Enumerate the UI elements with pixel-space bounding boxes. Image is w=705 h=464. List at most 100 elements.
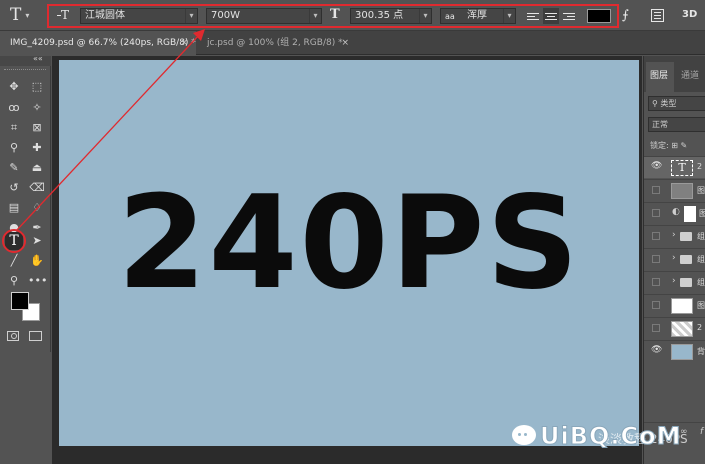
brush-tool-icon[interactable]: ✎ xyxy=(5,159,23,177)
tool-preset-picker[interactable]: T ▾ xyxy=(6,4,40,26)
layer-name: 图 xyxy=(699,209,705,218)
history-brush-tool-icon[interactable]: ↺ xyxy=(5,179,23,197)
layer-row[interactable]: ◐ 图 xyxy=(644,202,705,224)
layer-row[interactable]: › 组 xyxy=(644,271,705,293)
document-tabs: IMG_4209.psd @ 66.7% (240ps, RGB/8) * × … xyxy=(0,31,705,55)
canvas-artwork-text[interactable]: 240PS xyxy=(59,180,639,308)
folder-icon xyxy=(680,232,692,241)
visibility-toggle[interactable] xyxy=(652,278,660,286)
chevron-right-icon[interactable]: › xyxy=(672,230,676,240)
tab-label: IMG_4209.psd @ 66.7% (240ps, RGB/8) * xyxy=(10,38,196,48)
watermark-text: UiBQ.CoM xyxy=(540,422,682,451)
type-tool-icon: T xyxy=(10,5,22,25)
layer-thumbnail xyxy=(671,183,693,199)
collapse-icon[interactable]: «« xyxy=(33,54,43,63)
chevron-down-icon: ▾ xyxy=(25,10,30,20)
layer-name: 2 xyxy=(697,162,703,171)
quick-mask-icon[interactable] xyxy=(7,331,19,341)
move-tool-icon[interactable]: ✥ xyxy=(5,78,23,96)
healing-brush-tool-icon[interactable]: ✚ xyxy=(28,139,46,157)
magic-wand-tool-icon[interactable]: ✧ xyxy=(28,99,46,117)
clone-stamp-tool-icon[interactable]: ⏏ xyxy=(28,159,46,177)
layer-row[interactable]: 👁 背 xyxy=(644,340,705,362)
eyedropper-tool-icon[interactable]: ⚲ xyxy=(5,139,23,157)
layers-panel: 图层 通道 ⚲ 类型 正常 锁定: ⊞ ✎ 👁 T 2 图 ◐ 图 › 组 › … xyxy=(643,56,705,464)
lock-paint-icon[interactable]: ✎ xyxy=(681,141,688,150)
layer-row[interactable]: 图 xyxy=(644,179,705,201)
path-selection-tool-icon[interactable]: ➤ xyxy=(28,232,46,250)
visibility-toggle[interactable] xyxy=(652,232,660,240)
character-panel-icon[interactable] xyxy=(651,9,664,22)
eraser-tool-icon[interactable]: ⌫ xyxy=(28,179,46,197)
color-swatches[interactable] xyxy=(11,292,41,322)
toolbox-header: «« xyxy=(0,54,51,66)
layer-name: 图 xyxy=(697,301,705,310)
foreground-color[interactable] xyxy=(11,292,29,310)
lock-transparency-icon[interactable]: ⊞ xyxy=(671,141,678,150)
layer-row[interactable]: 图 xyxy=(644,294,705,316)
visibility-toggle[interactable] xyxy=(652,324,660,332)
layer-name: 2 xyxy=(697,323,703,332)
close-icon[interactable]: × xyxy=(180,31,188,55)
toolbox-grip[interactable] xyxy=(4,69,46,71)
layer-thumbnail xyxy=(671,321,693,337)
layer-name: 组 xyxy=(697,232,705,241)
visibility-toggle[interactable] xyxy=(652,186,660,194)
zoom-tool-icon[interactable]: ⚲ xyxy=(5,272,23,290)
hand-tool-icon[interactable]: ✋ xyxy=(28,252,46,270)
chevron-right-icon[interactable]: › xyxy=(672,276,676,286)
lasso-tool-icon[interactable]: ꝏ xyxy=(5,99,23,117)
layer-name: 组 xyxy=(697,255,705,264)
threed-button[interactable]: 3D xyxy=(682,9,697,20)
filter-value: 类型 xyxy=(660,99,677,108)
line-tool-icon[interactable]: ╱ xyxy=(5,252,23,270)
layer-row[interactable]: 👁 T 2 xyxy=(644,156,705,178)
visibility-toggle[interactable] xyxy=(652,255,660,263)
tab-layers[interactable]: 图层 xyxy=(650,68,668,81)
layer-filter-select[interactable]: ⚲ 类型 xyxy=(648,96,705,111)
close-icon[interactable]: × xyxy=(341,31,349,55)
visibility-toggle[interactable] xyxy=(652,301,660,309)
layer-row[interactable]: 2 xyxy=(644,317,705,339)
tab-channels[interactable]: 通道 xyxy=(681,68,699,81)
layer-row[interactable]: › 组 xyxy=(644,225,705,247)
lock-label: 锁定: xyxy=(650,141,669,150)
lock-controls: 锁定: ⊞ ✎ xyxy=(650,140,687,151)
layer-name: 图 xyxy=(697,186,705,195)
folder-icon xyxy=(680,278,692,287)
text-layer-thumb-icon: T xyxy=(671,160,693,176)
layer-thumbnail xyxy=(671,344,693,360)
wechat-icon xyxy=(512,425,536,445)
adjustment-icon: ◐ xyxy=(672,207,680,217)
panel-tabs: 图层 通道 xyxy=(644,56,705,92)
more-tools-icon[interactable]: ••• xyxy=(28,272,47,290)
layer-thumbnail xyxy=(671,298,693,314)
type-tool-highlight-circle xyxy=(2,229,26,253)
document-canvas[interactable]: 240PS xyxy=(59,60,639,446)
eye-icon[interactable]: 👁 xyxy=(651,345,662,357)
warp-text-icon[interactable]: ⨍ xyxy=(622,8,636,24)
options-bar: T ▾ T 江城圆体 ▾ 700W ▾ T 300.35 点 ▾ aa 浑厚 ▾… xyxy=(0,0,705,31)
blend-mode-select[interactable]: 正常 xyxy=(648,117,705,132)
frame-tool-icon[interactable]: ⊠ xyxy=(28,119,46,137)
eye-icon[interactable]: 👁 xyxy=(651,161,662,173)
folder-icon xyxy=(680,255,692,264)
layer-row[interactable]: › 组 xyxy=(644,248,705,270)
layer-mask-thumbnail xyxy=(684,206,696,222)
layer-name: 背 xyxy=(697,347,705,356)
toolbox: «« ✥ ⬚ ꝏ ✧ ⌗ ⊠ ⚲ ✚ ✎ ⏏ ↺ ⌫ ▤ ♢ ● ✒ T ➤ ╱… xyxy=(0,54,51,352)
blur-tool-icon[interactable]: ♢ xyxy=(28,199,46,217)
tab-label: jc.psd @ 100% (组 2, RGB/8) * xyxy=(207,38,343,48)
visibility-toggle[interactable] xyxy=(652,209,660,217)
screen-mode-icon[interactable] xyxy=(29,331,42,341)
layer-name: 组 xyxy=(697,278,705,287)
search-icon: ⚲ xyxy=(652,99,658,108)
tab-jc[interactable]: jc.psd @ 100% (组 2, RGB/8) * × xyxy=(197,31,357,55)
marquee-tool-icon[interactable]: ⬚ xyxy=(28,78,46,96)
blend-mode-value: 正常 xyxy=(652,120,668,129)
crop-tool-icon[interactable]: ⌗ xyxy=(5,119,23,137)
chevron-right-icon[interactable]: › xyxy=(672,253,676,263)
tab-img4209[interactable]: IMG_4209.psd @ 66.7% (240ps, RGB/8) * × xyxy=(0,31,196,55)
gradient-tool-icon[interactable]: ▤ xyxy=(5,199,23,217)
options-highlight-box xyxy=(47,4,619,28)
